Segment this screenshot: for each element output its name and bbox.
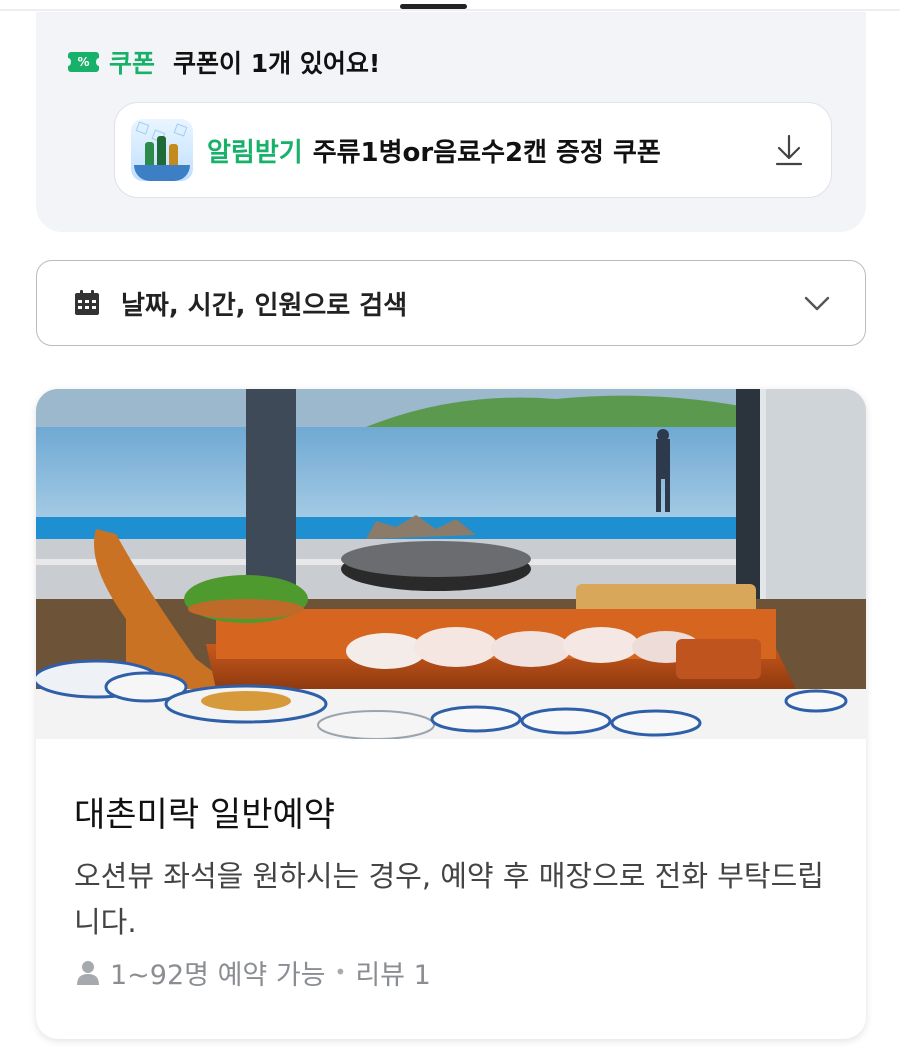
coupon-header: % 쿠폰 쿠폰이 1개 있어요! — [65, 44, 381, 80]
date-time-party-search[interactable]: 날짜, 시간, 인원으로 검색 — [36, 260, 866, 346]
person-icon — [77, 961, 99, 985]
coupon-description: 주류1병or음료수2캔 증정 쿠폰 — [312, 137, 661, 168]
divider — [0, 9, 900, 11]
booking-option-card[interactable]: 대촌미락 일반예약 오션뷰 좌석을 원하시는 경우, 예약 후 매장으로 전화 … — [36, 389, 866, 1039]
chevron-down-icon[interactable] — [803, 291, 831, 315]
ocean-view-sashimi-boat-photo — [36, 389, 866, 739]
booking-title: 대촌미락 일반예약 — [74, 795, 336, 835]
coupon-item[interactable]: 알림받기 주류1병or음료수2캔 증정 쿠폰 — [114, 102, 832, 198]
coupon-tag-icon: % — [65, 52, 102, 72]
capacity-text: 1~92명 예약 가능 — [110, 959, 326, 991]
coupon-count-text: 쿠폰이 1개 있어요! — [173, 49, 381, 78]
booking-meta: 1~92명 예약 가능 • 리뷰 1 — [74, 953, 431, 992]
review-count[interactable]: 리뷰 1 — [355, 953, 430, 992]
download-icon[interactable] — [773, 133, 805, 167]
drinks-on-ice-thumbnail — [131, 119, 193, 181]
search-label: 날짜, 시간, 인원으로 검색 — [121, 290, 408, 321]
coupon-alert-label: 알림받기 — [207, 137, 303, 168]
coupon-title: 쿠폰 — [109, 49, 156, 78]
coupon-tag-glyph: % — [77, 55, 90, 69]
meta-separator: • — [334, 960, 347, 984]
coupon-section: % 쿠폰 쿠폰이 1개 있어요! 알림받기 주류1병or음료수2캔 증정 쿠폰 — [36, 12, 866, 232]
calendar-icon — [75, 290, 99, 315]
booking-description: 오션뷰 좌석을 원하시는 경우, 예약 후 매장으로 전화 부탁드립니다. — [74, 859, 824, 939]
